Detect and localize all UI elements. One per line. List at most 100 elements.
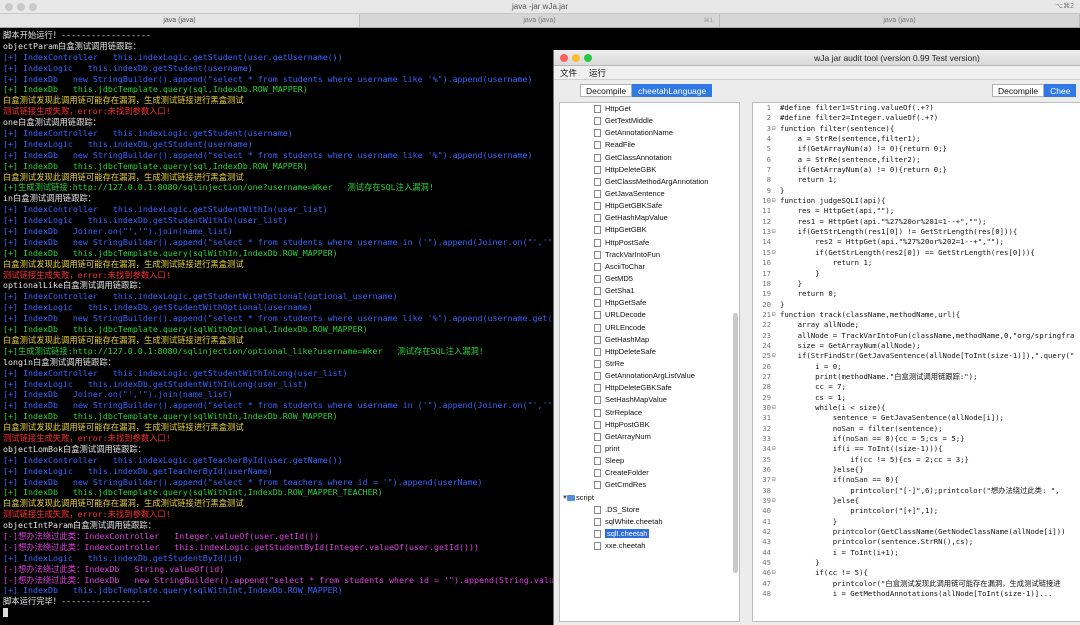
tree-item[interactable]: HttpDeleteGBKSafe	[560, 382, 739, 394]
tree-item[interactable]: URLEncode	[560, 322, 739, 334]
line-number: 39	[762, 496, 771, 506]
zoom-icon[interactable]	[584, 54, 592, 62]
tree-item-label: ReadFile	[605, 140, 636, 150]
tree-item[interactable]: GetSha1	[560, 285, 739, 297]
menu-run[interactable]: 运行	[589, 66, 606, 79]
code-text: if(StrFindStr(GetJavaSentence(allNode[To…	[780, 351, 1075, 361]
code-line: 47 printcolor("白盒测试发现此调用链可能存在漏洞，生成测试链接进	[753, 579, 1080, 589]
tab-decompile[interactable]: Decompile	[580, 84, 633, 97]
tree-item-label: HttpDeleteGBK	[605, 164, 657, 174]
tree-item[interactable]: GetAnnotationName	[560, 127, 739, 139]
file-icon	[594, 226, 601, 235]
tree-item[interactable]: URLDecode	[560, 309, 739, 321]
code-line: 13 ⊟ if(GetStrLength(res1[0]) != GetStrLe…	[753, 227, 1080, 237]
script-browser-pane: Decompile cheetahLanguage HttpGet GetText…	[554, 80, 745, 625]
menu-file[interactable]: 文件	[560, 66, 577, 79]
line-number: 3	[766, 123, 771, 133]
tree-item[interactable]: xxe.cheetah	[560, 540, 739, 552]
fold-icon[interactable]: ⊟	[772, 196, 776, 206]
code-line: 16 return 1;	[753, 258, 1080, 268]
fold-icon[interactable]: ⊟	[772, 310, 776, 320]
line-number: 18	[762, 278, 771, 288]
file-icon	[594, 165, 601, 174]
line-number: 9	[766, 185, 771, 195]
fold-icon[interactable]: ⊟	[772, 475, 776, 485]
tree-item[interactable]: HttpGetGBK	[560, 224, 739, 236]
tree-item[interactable]: sqlWhite.cheetah	[560, 516, 739, 528]
fold-icon[interactable]: ⊟	[772, 351, 776, 361]
tree-item[interactable]: sqlI.cheetah	[560, 528, 739, 540]
code-line: 21 ⊟ function track(className,methodName,u…	[753, 310, 1080, 320]
tree-item[interactable]: GetClassAnnotation	[560, 152, 739, 164]
terminal-tab[interactable]: java (java)	[720, 14, 1080, 27]
tree-item[interactable]: HttpDeleteSafe	[560, 346, 739, 358]
line-number: 21	[762, 309, 771, 319]
tree-item[interactable]: TrackVarIntoFun	[560, 249, 739, 261]
tree-item[interactable]: GetCmdRes	[560, 479, 739, 491]
fold-icon[interactable]: ⊟	[772, 403, 776, 413]
fold-icon[interactable]: ⊟	[772, 227, 776, 237]
tree-item[interactable]: Sleep	[560, 455, 739, 467]
fold-icon[interactable]: ⊟	[772, 444, 776, 454]
tree-item[interactable]: GetMD5	[560, 273, 739, 285]
tree-item[interactable]: HttpGetGBKSafe	[560, 200, 739, 212]
tree-item[interactable]: HttpPostGBK	[560, 419, 739, 431]
code-editor[interactable]: 1 #define filter1=String.valueOf(.+?) 2 #de…	[752, 102, 1080, 622]
fold-icon[interactable]: ⊟	[772, 124, 776, 134]
tree-item[interactable]: GetHashMapValue	[560, 212, 739, 224]
tree-item[interactable]: CreateFolder	[560, 467, 739, 479]
code-text: sentence = GetJavaSentence(allNode[i]);	[780, 413, 1005, 423]
tree-item[interactable]: .DS_Store	[560, 504, 739, 516]
line-number: 48	[762, 589, 771, 599]
code-line: 37 ⊟ if(noSan == 0){	[753, 475, 1080, 485]
file-icon	[594, 408, 601, 417]
tree-item[interactable]: AsciiToChar	[560, 261, 739, 273]
code-line: 15 ⊟ if(GetStrLength(res2[0]) == GetStrLe…	[753, 248, 1080, 258]
tree-item[interactable]: HttpPostSafe	[560, 237, 739, 249]
tree-item-label: HttpDeleteGBKSafe	[605, 383, 672, 393]
tree-item[interactable]: GetAnnotationArgListValue	[560, 370, 739, 382]
fold-icon[interactable]: ⊟	[772, 496, 776, 506]
line-number: 33	[762, 434, 771, 443]
tree-item[interactable]: HttpGet	[560, 103, 739, 115]
tree-folder[interactable]: ▼ script	[560, 492, 739, 504]
tree-item[interactable]: GetArrayNum	[560, 431, 739, 443]
line-number: 32	[762, 423, 771, 433]
tab-cheetah-right[interactable]: Chee	[1044, 84, 1077, 97]
tree-item[interactable]: HttpGetSafe	[560, 297, 739, 309]
fold-icon[interactable]: ⊟	[772, 248, 776, 258]
code-line: 41 }	[753, 517, 1080, 527]
tree-item[interactable]: ReadFile	[560, 139, 739, 151]
tree-item-label: Sleep	[605, 456, 625, 466]
code-line: 27 print(methodName."白盒测试调用链跟踪:");	[753, 372, 1080, 382]
tab-cheetah-language[interactable]: cheetahLanguage	[632, 84, 713, 97]
tree-item-label: HttpPostGBK	[605, 419, 650, 429]
tree-item[interactable]: SetHashMapValue	[560, 394, 739, 406]
minimize-icon[interactable]	[572, 54, 580, 62]
fold-icon[interactable]: ⊟	[772, 568, 776, 578]
terminal-tab[interactable]: java (java)	[0, 14, 360, 27]
file-icon	[594, 141, 601, 150]
file-icon	[594, 238, 601, 247]
line-number: 41	[762, 516, 771, 526]
tree-item[interactable]: GetClassMethodArgAnnotation	[560, 176, 739, 188]
code-line: 14 res2 = HttpGet(api."%27%20or%202=1--+…	[753, 237, 1080, 247]
tree-item[interactable]: StrRe	[560, 358, 739, 370]
tree-item[interactable]: GetTextMiddle	[560, 115, 739, 127]
tree-item[interactable]: StrReplace	[560, 407, 739, 419]
tree-item[interactable]: GetJavaSentence	[560, 188, 739, 200]
file-icon	[594, 347, 601, 356]
code-line: 44 i = ToInt(i+1);	[753, 548, 1080, 558]
terminal-tab-bar: java (java) java (java) ⌘1 java (java)	[0, 14, 1080, 28]
tree-item[interactable]: GetHashMap	[560, 334, 739, 346]
terminal-tab[interactable]: java (java) ⌘1	[360, 14, 720, 27]
tab-decompile-right[interactable]: Decompile	[992, 84, 1045, 97]
tree-scrollbar[interactable]	[733, 313, 738, 573]
tree-item[interactable]: HttpDeleteGBK	[560, 164, 739, 176]
code-text: if(noSan == 0){cc = 5;cs = 5;}	[780, 434, 965, 443]
tree-item[interactable]: print	[560, 443, 739, 455]
code-text: a = StrRe(sentence,filter1);	[780, 134, 921, 144]
close-icon[interactable]	[560, 54, 568, 62]
right-tab-row: Decompile Chee	[747, 80, 1080, 101]
line-number: 8	[766, 175, 771, 185]
